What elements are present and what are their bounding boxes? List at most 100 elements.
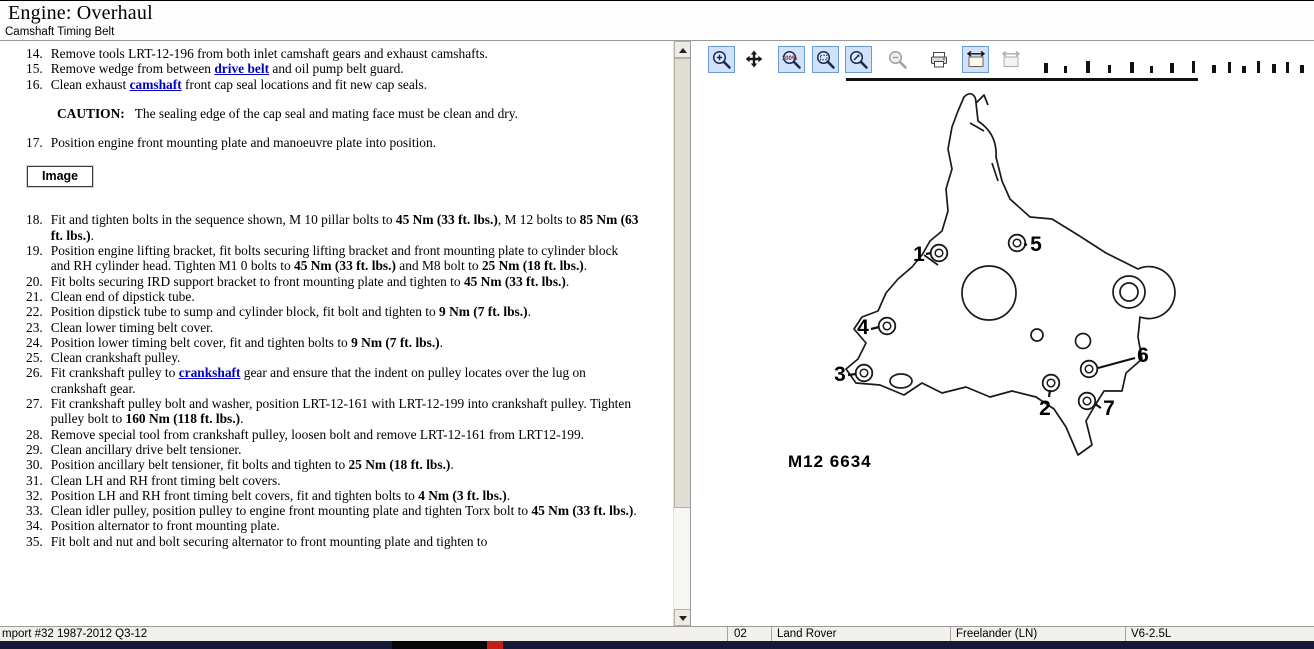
status-engine: V6-2.5L — [1131, 628, 1171, 640]
torque-value: 45 Nm (33 ft. lbs.) — [294, 258, 396, 273]
arrow-down-icon — [679, 616, 687, 621]
procedure-step: 34.Position alternator to front mounting… — [26, 518, 639, 533]
procedure-step: 26.Fit crankshaft pulley to crankshaft g… — [26, 365, 639, 396]
procedure-step: 14.Remove tools LRT-12-196 from both inl… — [26, 46, 639, 61]
page-title: Engine: Overhaul — [8, 2, 153, 25]
procedure-step: 24.Position lower timing belt cover, fit… — [26, 335, 639, 350]
procedure-step: 32.Position LH and RH front timing belt … — [26, 488, 639, 503]
callout-1: 1 — [913, 243, 925, 266]
zoom-100-icon[interactable]: 100% — [778, 46, 805, 73]
procedure-step: 28.Remove special tool from crankshaft p… — [26, 427, 639, 442]
fit-page-icon — [997, 46, 1024, 73]
procedure-scrollbar[interactable] — [673, 41, 690, 626]
status-code: 02 — [734, 628, 747, 640]
zoom-out-icon — [884, 46, 911, 73]
page-header: Engine: Overhaul Camshaft Timing Belt — [0, 0, 1314, 41]
main-area: 14.Remove tools LRT-12-196 from both inl… — [0, 41, 1314, 626]
step-text: Position ancillary belt tensioner, fit b… — [51, 457, 639, 472]
heading-rule — [846, 78, 1198, 81]
procedure-step: 20.Fit bolts securing IRD support bracke… — [26, 274, 639, 289]
image-toggle-button[interactable]: Image — [27, 166, 93, 187]
callout-6: 6 — [1137, 344, 1149, 367]
procedure-step: 16.Clean exhaust camshaft front cap seal… — [26, 77, 639, 92]
procedure-step: 18.Fit and tighten bolts in the sequence… — [26, 212, 639, 243]
step-text: Position dipstick tube to sump and cylin… — [51, 304, 639, 319]
step-number: 27. — [26, 396, 51, 427]
step-number: 18. — [26, 212, 51, 243]
step-text: Fit crankshaft pulley to crankshaft gear… — [51, 365, 639, 396]
scroll-up-button[interactable] — [674, 41, 691, 58]
callout-4: 4 — [857, 316, 869, 339]
step-text: Position engine lifting bracket, fit bol… — [51, 243, 639, 274]
procedure-step: 30.Position ancillary belt tensioner, fi… — [26, 457, 639, 472]
step-text: Clean ancillary drive belt tensioner. — [51, 442, 639, 457]
figure-label: M12 6634 — [788, 452, 872, 471]
procedure-step: 35.Fit bolt and nut and bolt securing al… — [26, 534, 639, 549]
step-text: Position alternator to front mounting pl… — [51, 518, 639, 533]
step-number: 16. — [26, 77, 51, 92]
step-number: 24. — [26, 335, 51, 350]
hyperlink-camshaft[interactable]: camshaft — [130, 77, 182, 92]
taskbar-segment — [392, 641, 487, 649]
zoom-in-icon[interactable] — [708, 46, 735, 73]
torque-value: 45 Nm (33 ft. lbs.) — [531, 503, 633, 518]
torque-value: 25 Nm (18 ft. lbs.) — [482, 258, 584, 273]
pan-icon[interactable] — [740, 46, 767, 73]
steps-14-16: 14.Remove tools LRT-12-196 from both inl… — [26, 46, 639, 92]
steps-18-35: 18.Fit and tighten bolts in the sequence… — [26, 212, 639, 549]
image-button-row: Image — [27, 166, 639, 187]
zoom-dynamic-icon[interactable] — [845, 46, 872, 73]
step-number: 17. — [26, 135, 51, 150]
taskbar-sliver — [0, 641, 1314, 649]
procedure-step: 17.Position engine front mounting plate … — [26, 135, 639, 150]
taskbar-red-icon — [487, 641, 503, 649]
step-text: Fit bolt and nut and bolt securing alter… — [51, 534, 639, 549]
step-number: 15. — [26, 61, 51, 76]
step-text: Fit bolts securing IRD support bracket t… — [51, 274, 639, 289]
fit-width-icon[interactable] — [962, 46, 989, 73]
step-text: Clean LH and RH front timing belt covers… — [51, 473, 639, 488]
step-text: Clean exhaust camshaft front cap seal lo… — [51, 77, 639, 92]
step-number: 30. — [26, 457, 51, 472]
step-number: 23. — [26, 320, 51, 335]
torque-value: 45 Nm (33 ft. lbs.) — [464, 274, 566, 289]
scrollbar-thumb[interactable] — [674, 58, 691, 508]
step-text: Clean end of dipstick tube. — [51, 289, 639, 304]
step-number: 32. — [26, 488, 51, 503]
status-divider — [1125, 627, 1126, 641]
print-icon[interactable] — [925, 46, 952, 73]
torque-value: 9 Nm (7 ft. lbs.) — [351, 335, 440, 350]
procedure-step: 19.Position engine lifting bracket, fit … — [26, 243, 639, 274]
procedure-step: 23.Clean lower timing belt cover. — [26, 320, 639, 335]
status-model: Freelander (LN) — [956, 628, 1037, 640]
callout-5: 5 — [1030, 233, 1042, 256]
zoom-area-icon[interactable] — [812, 46, 839, 73]
procedure-step: 31.Clean LH and RH front timing belt cov… — [26, 473, 639, 488]
caution-note: CAUTION:The sealing edge of the cap seal… — [57, 106, 639, 121]
step-number: 31. — [26, 473, 51, 488]
bolt-markers — [856, 235, 1098, 410]
step-number: 28. — [26, 427, 51, 442]
step-text: Clean idler pulley, position pulley to e… — [51, 503, 639, 518]
torque-value: 45 Nm (33 ft. lbs.) — [396, 212, 498, 227]
torque-value: 160 Nm (118 ft. lbs.) — [126, 411, 241, 426]
step-text: Clean crankshaft pulley. — [51, 350, 639, 365]
engine-plate-diagram[interactable]: 1 5 4 3 6 2 7 M12 6634 — [692, 77, 1314, 626]
status-divider — [727, 627, 728, 641]
hyperlink-crankshaft[interactable]: crankshaft — [179, 365, 241, 380]
callout-3: 3 — [834, 363, 846, 386]
procedure-step: 27.Fit crankshaft pulley bolt and washer… — [26, 396, 639, 427]
step-text: Position engine front mounting plate and… — [51, 135, 639, 150]
hyperlink-drive-belt[interactable]: drive belt — [214, 61, 269, 76]
procedure-step: 29.Clean ancillary drive belt tensioner. — [26, 442, 639, 457]
step-number: 22. — [26, 304, 51, 319]
torque-value: 85 Nm (63 ft. lbs.) — [51, 212, 639, 242]
step-text: Fit crankshaft pulley bolt and washer, p… — [51, 396, 639, 427]
scroll-down-button[interactable] — [674, 609, 691, 626]
torque-value: 25 Nm (18 ft. lbs.) — [348, 457, 450, 472]
callout-7: 7 — [1103, 397, 1115, 420]
step-number: 33. — [26, 503, 51, 518]
step-number: 29. — [26, 442, 51, 457]
illustration-pane: 100% — [692, 41, 1314, 626]
step-text: Clean lower timing belt cover. — [51, 320, 639, 335]
